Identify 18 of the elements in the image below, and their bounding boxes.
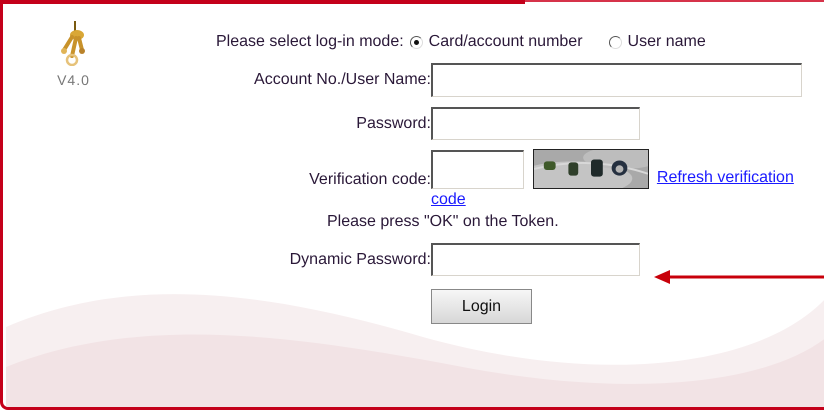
input-field[interactable] (431, 243, 640, 276)
login-mode-label: Please select log-in mode: (216, 33, 404, 51)
radio-label[interactable]: User name (628, 33, 706, 51)
input-field[interactable] (431, 150, 524, 189)
radio-button[interactable] (608, 36, 622, 48)
refresh-verification-link[interactable]: code (431, 189, 466, 211)
login-button[interactable]: Login (431, 289, 532, 324)
field-label: Verification code: (308, 171, 431, 189)
token-instruction: Please press "OK" on the Token. (326, 213, 560, 232)
input-field[interactable] (431, 107, 640, 140)
version-label: V4.0 (57, 72, 90, 88)
field-label: Dynamic Password: (288, 250, 431, 268)
radio-label[interactable]: Card/account number (428, 33, 583, 51)
input-field[interactable] (431, 63, 802, 97)
radio-button[interactable] (410, 36, 423, 48)
refresh-verification-link[interactable]: Refresh verification (656, 169, 794, 186)
field-label: Account No./User Name: (253, 71, 431, 89)
field-label: Password: (355, 114, 431, 132)
